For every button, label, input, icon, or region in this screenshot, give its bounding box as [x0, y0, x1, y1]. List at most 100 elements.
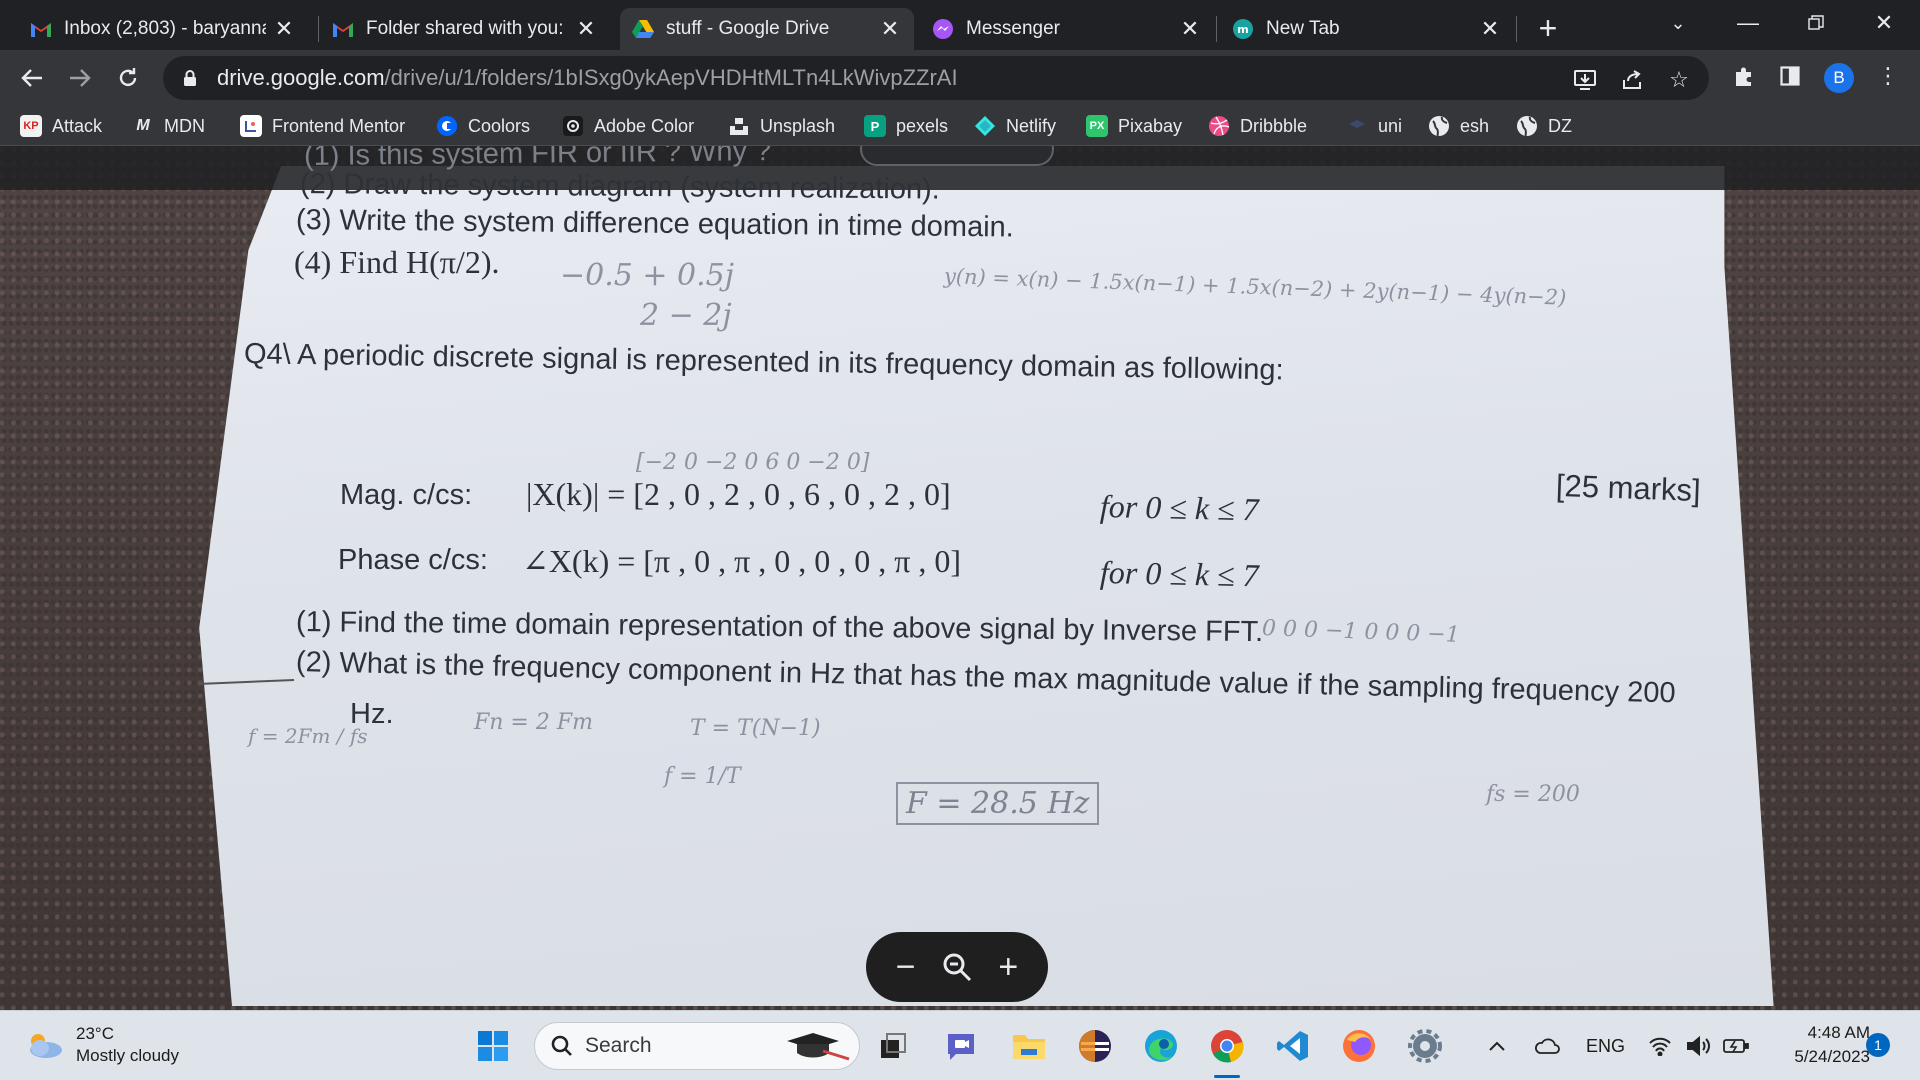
bookmark-uni[interactable]: uni — [1346, 112, 1402, 140]
bookmark-attack[interactable]: KP Attack — [20, 112, 102, 140]
edge-browser-icon[interactable] — [1140, 1025, 1182, 1067]
bookmark-label: Adobe Color — [594, 115, 695, 136]
new-tab-icon: m — [1232, 18, 1254, 40]
lock-icon — [184, 70, 196, 86]
weather-description: Mostly cloudy — [76, 1046, 179, 1065]
restore-button[interactable] — [1788, 4, 1844, 42]
vscode-icon[interactable] — [1272, 1025, 1314, 1067]
extensions-puzzle-icon[interactable] — [1728, 60, 1760, 92]
search-placeholder: Search — [585, 1034, 652, 1057]
new-tab-button[interactable]: + — [1530, 10, 1566, 46]
close-icon[interactable]: ✕ — [878, 16, 902, 41]
close-icon[interactable]: ✕ — [1178, 16, 1202, 41]
tab-search-chevron-icon[interactable]: ⌄ — [1650, 4, 1706, 42]
onedrive-cloud-icon[interactable] — [1534, 1029, 1560, 1063]
zoom-controls: − + — [866, 932, 1048, 1002]
share-icon[interactable] — [1617, 64, 1649, 96]
firefox-icon[interactable] — [1338, 1025, 1380, 1067]
frontend-mentor-icon — [240, 115, 262, 137]
forward-button[interactable] — [62, 60, 98, 96]
bookmark-frontend-mentor[interactable]: Frontend Mentor — [240, 112, 405, 140]
settings-gear-icon[interactable] — [1404, 1025, 1446, 1067]
address-bar[interactable]: drive.google.com/drive/u/1/folders/1bISx… — [163, 56, 1709, 100]
bookmark-netlify[interactable]: Netlify — [974, 112, 1056, 140]
bookmark-label: Unsplash — [760, 115, 836, 136]
close-icon[interactable]: ✕ — [1478, 16, 1502, 41]
bookmark-label: esh — [1460, 115, 1490, 136]
bookmark-pixabay[interactable]: PX Pixabay — [1086, 112, 1182, 140]
handwritten-formula: f = 2Fm / fs — [248, 724, 368, 748]
teams-chat-icon[interactable] — [940, 1025, 982, 1067]
bookmark-unsplash[interactable]: Unsplash — [728, 112, 835, 140]
volume-icon[interactable] — [1686, 1029, 1712, 1063]
notification-badge[interactable]: 1 — [1866, 1033, 1890, 1057]
tab-divider — [1216, 16, 1217, 42]
taskbar-clock[interactable]: 4:48 AM 5/24/2023 — [1760, 1021, 1870, 1069]
graduation-cap-icon — [787, 1033, 850, 1061]
window-close-button[interactable]: ✕ — [1856, 4, 1912, 42]
mag-label: Mag. c/cs: — [340, 479, 473, 511]
viewer-page-indicator[interactable] — [860, 146, 1054, 166]
handwritten-note-f: f = 1/T — [664, 764, 741, 789]
windows-start-icon[interactable] — [472, 1025, 514, 1067]
handwritten-note-t: T = T(N−1) — [690, 716, 821, 741]
pexels-icon: P — [864, 115, 886, 137]
weather-temperature: 23°C — [76, 1024, 114, 1043]
zoom-out-button[interactable]: − — [886, 947, 926, 987]
reload-button[interactable] — [110, 60, 146, 96]
netlify-icon — [974, 115, 996, 137]
url-domain: drive.google.com — [217, 65, 385, 90]
minimize-button[interactable]: — — [1720, 4, 1776, 42]
bookmark-pexels[interactable]: P pexels — [864, 112, 948, 140]
back-button[interactable] — [14, 60, 50, 96]
close-icon[interactable]: ✕ — [272, 16, 296, 41]
zoom-in-button[interactable]: + — [988, 947, 1028, 987]
bookmark-esh[interactable]: esh — [1428, 112, 1489, 140]
language-indicator[interactable]: ENG — [1586, 1029, 1625, 1063]
zoom-magnifier-icon[interactable] — [937, 947, 977, 987]
url-path: /drive/u/1/folders/1bISxg0ykAepVHDHtMLTn… — [384, 65, 958, 90]
bookmarks-bar: KP Attack M MDN Frontend Mentor Coolors … — [0, 106, 1920, 146]
bookmark-label: Attack — [52, 115, 103, 136]
bookmark-dribbble[interactable]: Dribbble — [1208, 112, 1307, 140]
chrome-browser-icon[interactable] — [1206, 1025, 1248, 1067]
tab-gmail-folder-shared[interactable]: Folder shared with you: "6 ✕ — [320, 8, 610, 50]
tab-strip: Inbox (2,803) - baryannaw ✕ Folder share… — [0, 0, 1920, 50]
handwritten-denominator: 2 − 2j — [640, 298, 732, 333]
gmail-icon — [30, 18, 52, 40]
unsplash-icon — [728, 115, 750, 137]
bookmark-adobe-color[interactable]: Adobe Color — [562, 112, 694, 140]
bookmark-star-icon[interactable]: ☆ — [1663, 64, 1695, 96]
tab-google-drive[interactable]: stuff - Google Drive ✕ — [620, 8, 914, 50]
dribbble-icon — [1208, 115, 1230, 137]
more-menu-icon[interactable]: ⋮ — [1872, 60, 1904, 92]
install-app-icon[interactable] — [1569, 64, 1601, 96]
question-part-4: (4) Find H(π/2). — [294, 244, 500, 280]
tab-gmail-inbox[interactable]: Inbox (2,803) - baryannaw ✕ — [18, 8, 308, 50]
wifi-icon[interactable] — [1648, 1029, 1672, 1063]
tab-new-tab[interactable]: m New Tab ✕ — [1220, 8, 1514, 50]
side-panel-icon[interactable] — [1774, 60, 1806, 92]
handwritten-numerator: −0.5 + 0.5j — [560, 258, 735, 293]
profile-avatar[interactable]: B — [1824, 63, 1854, 93]
tab-messenger[interactable]: Messenger ✕ — [920, 8, 1214, 50]
close-icon[interactable]: ✕ — [574, 16, 598, 41]
tab-title: Messenger — [966, 18, 1060, 39]
handwritten-note-fn: Fn = 2 Fm — [474, 710, 593, 735]
battery-charging-icon[interactable] — [1722, 1029, 1750, 1063]
taskbar-search[interactable]: Search — [534, 1022, 860, 1070]
handwritten-answer-box: F = 28.5 Hz — [896, 782, 1100, 825]
file-explorer-icon[interactable] — [1008, 1025, 1050, 1067]
search-icon — [551, 1035, 572, 1056]
task-view-icon[interactable] — [872, 1025, 914, 1067]
eclipse-ide-icon[interactable] — [1074, 1025, 1116, 1067]
show-hidden-icons-chevron[interactable] — [1488, 1029, 1506, 1063]
handwritten-corrected-spectrum: [−2 0 −2 0 6 0 −2 0] — [636, 450, 870, 475]
bookmark-dz[interactable]: DZ — [1516, 112, 1572, 140]
bookmark-mdn[interactable]: M MDN — [132, 112, 205, 140]
bookmark-label: pexels — [896, 115, 949, 136]
bookmark-coolors[interactable]: Coolors — [436, 112, 530, 140]
bookmark-label: Dribbble — [1240, 115, 1308, 136]
kp-icon: KP — [20, 115, 42, 137]
weather-widget[interactable]: 23°C Mostly cloudy — [24, 1023, 179, 1067]
